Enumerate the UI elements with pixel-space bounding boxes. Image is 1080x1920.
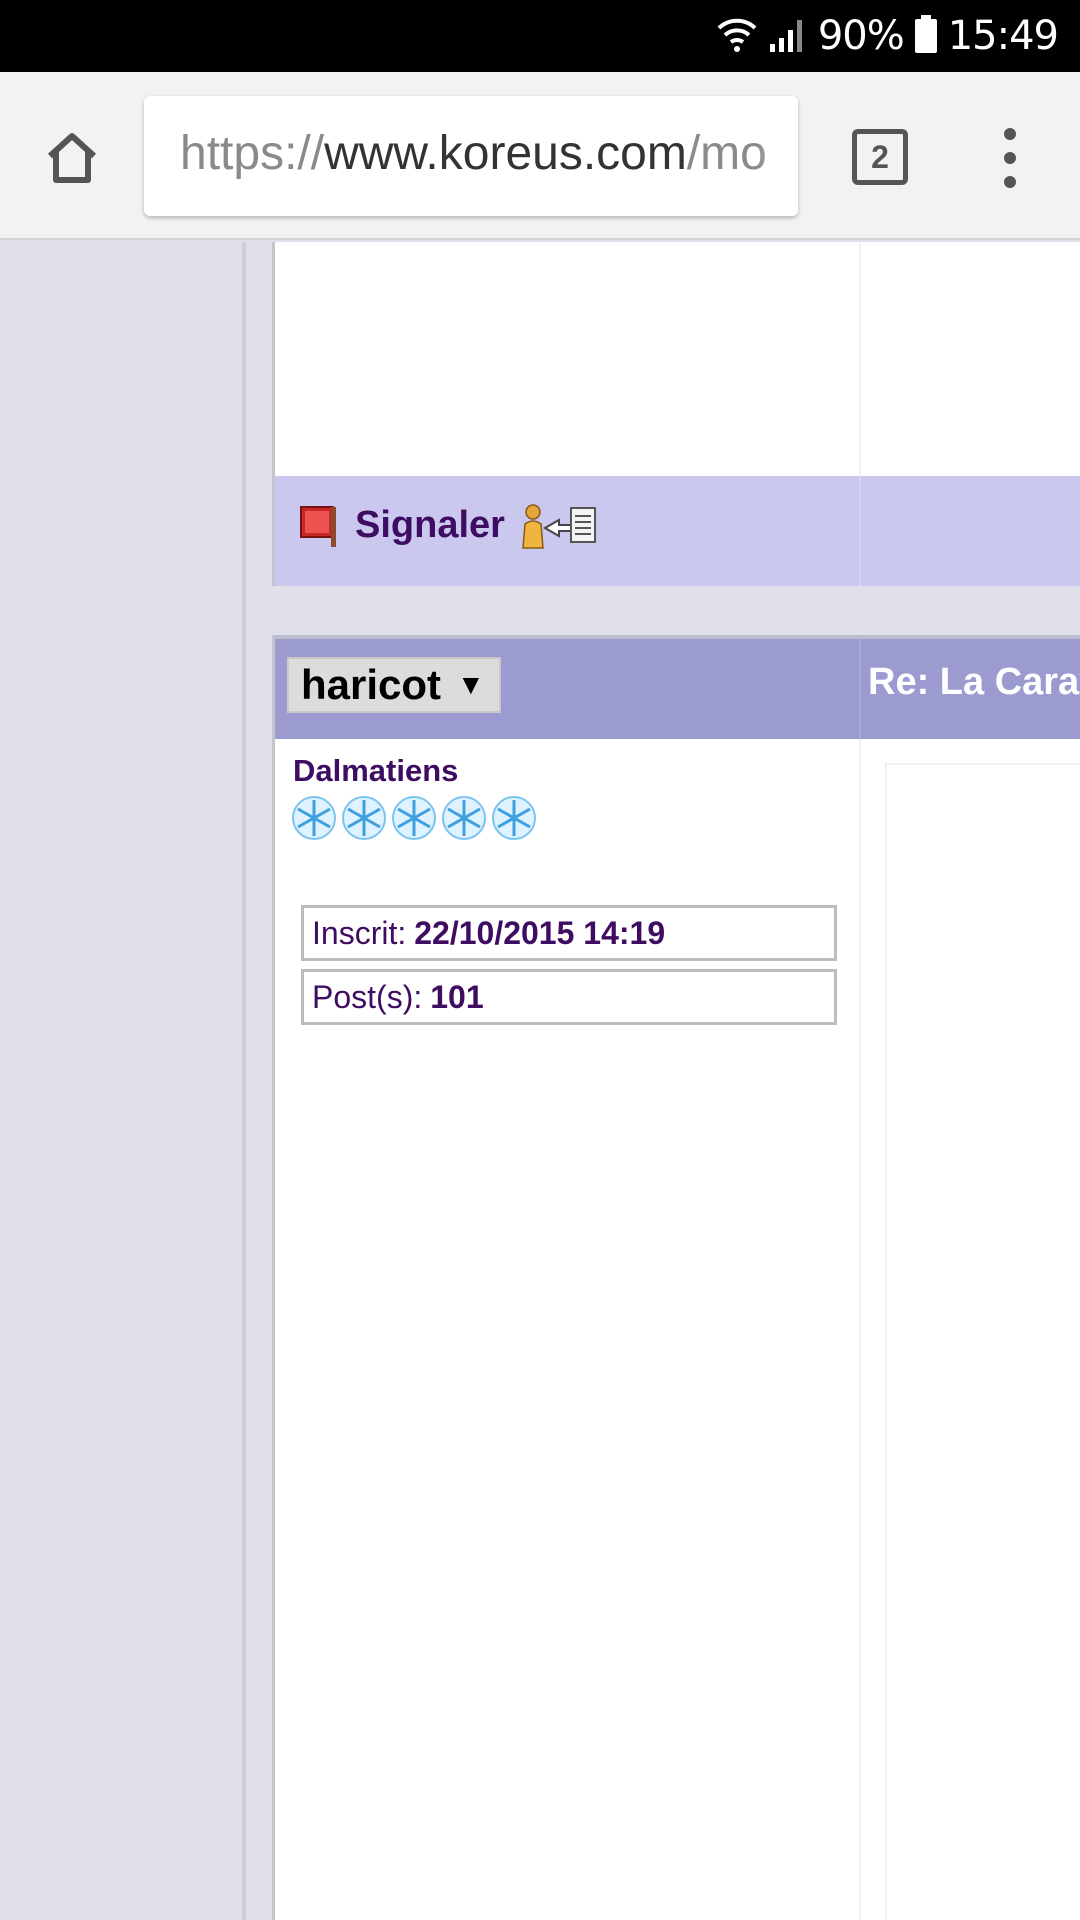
wifi-icon	[716, 14, 758, 59]
chevron-down-icon: ▼	[457, 669, 485, 700]
tabs-icon-count: 2	[871, 138, 889, 175]
clock: 15:49	[947, 13, 1059, 59]
flag-icon	[300, 506, 336, 547]
posts-label: Post(s):	[312, 978, 423, 1015]
post-subject[interactable]: Re: La Carav	[868, 661, 1080, 704]
message-content	[885, 763, 1080, 1920]
menu-icon-dot	[1004, 176, 1016, 188]
battery-icon	[914, 14, 938, 59]
battery-percent: 90%	[817, 13, 905, 59]
signal-icon	[768, 14, 808, 59]
url-bar[interactable]: https://www.koreus.com/mo	[144, 96, 798, 216]
post-body: Dalmatiens Inscrit: 22/10/2015 14:19 Pos…	[272, 739, 1080, 1920]
post-actions-bar: Signaler	[272, 476, 1080, 586]
tabs-button[interactable]: 2	[852, 129, 908, 185]
report-link[interactable]: Signaler	[295, 498, 599, 552]
snowflake-icon	[442, 796, 486, 840]
menu-button[interactable]	[990, 128, 1030, 188]
snowflake-icon	[492, 796, 536, 840]
username: haricot	[301, 661, 442, 708]
posts-value: 101	[430, 978, 484, 1015]
status-bar: 90% 15:49	[0, 0, 1080, 72]
home-button[interactable]	[36, 122, 108, 194]
snowflake-icon	[292, 796, 336, 840]
url-scheme: https://	[180, 127, 325, 180]
user-rank: Dalmatiens	[293, 753, 459, 788]
column-divider	[859, 639, 861, 739]
page-content: Signaler haricot ▼ Re: La Carav Dalmatie…	[0, 242, 1080, 1920]
browser-toolbar: https://www.koreus.com/mo 2	[0, 72, 1080, 240]
left-gutter	[0, 242, 242, 1920]
snowflake-icon	[342, 796, 386, 840]
gutter-divider	[242, 242, 246, 1920]
snowflake-icon	[392, 796, 436, 840]
url-fade	[758, 96, 798, 216]
url-path: /mo	[686, 127, 767, 180]
username-dropdown[interactable]: haricot ▼	[287, 657, 501, 713]
column-divider	[859, 242, 861, 476]
menu-icon-dot	[1004, 152, 1016, 164]
status-icons: 90% 15:49	[716, 10, 1059, 62]
url-host: www.koreus.com	[324, 127, 687, 180]
menu-icon-dot	[1004, 128, 1016, 140]
column-divider	[859, 476, 861, 586]
column-divider	[859, 739, 861, 1920]
report-label: Signaler	[355, 503, 505, 546]
previous-post-body	[272, 242, 1080, 476]
home-icon	[47, 133, 97, 183]
posts-info: Post(s): 101	[301, 969, 837, 1025]
profile-icon[interactable]	[517, 498, 599, 552]
joined-label: Inscrit:	[312, 914, 407, 951]
joined-info: Inscrit: 22/10/2015 14:19	[301, 905, 837, 961]
post-header: haricot ▼ Re: La Carav	[272, 635, 1080, 739]
url-text[interactable]: https://www.koreus.com/mo	[180, 124, 767, 184]
rank-stars	[291, 795, 537, 841]
joined-value: 22/10/2015 14:19	[414, 914, 666, 951]
